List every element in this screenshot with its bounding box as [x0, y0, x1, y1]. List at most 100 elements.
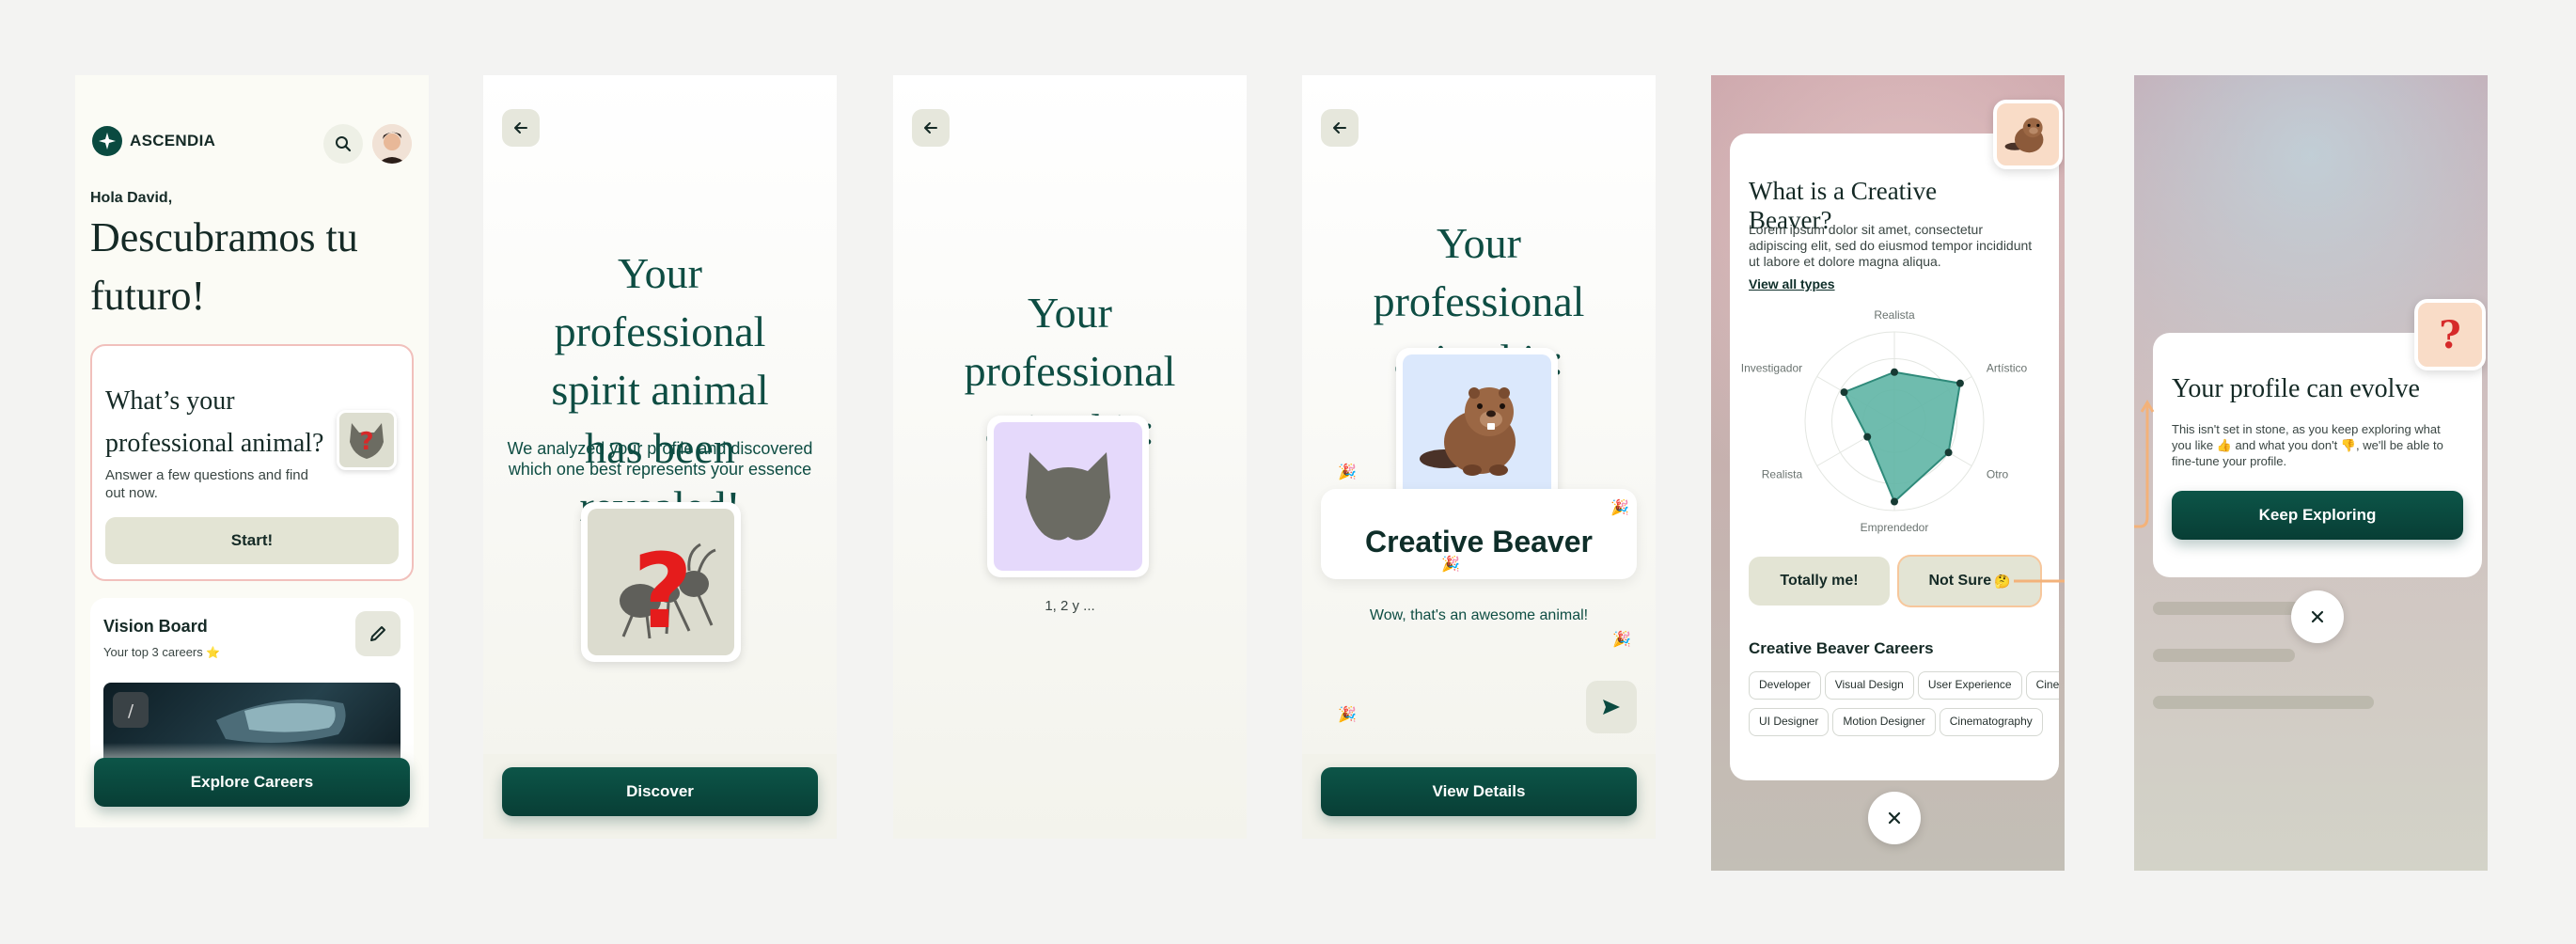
silhouette-image: [994, 422, 1142, 571]
question-mark-icon: ?: [2439, 312, 2461, 357]
svg-text:?: ?: [359, 428, 373, 456]
blurred-row: [2153, 696, 2375, 709]
animal-name: Creative Beaver: [1365, 525, 1593, 559]
edit-button[interactable]: [355, 611, 401, 656]
beaver-card: [1396, 348, 1558, 510]
result-caption: Wow, that's an awesome animal!: [1369, 607, 1589, 623]
beaver-badge: [1993, 100, 2063, 169]
beaver-icon: [1420, 387, 1516, 476]
screen-result: Your professional animal is: Creative Be…: [1302, 75, 1656, 839]
confetti-icon: 🎉: [1612, 632, 1631, 648]
animal-quiz-card[interactable]: What’s your professional animal? ? Answe…: [90, 344, 414, 581]
search-button[interactable]: [323, 124, 363, 164]
pencil-icon: [370, 626, 385, 641]
chips-row-2: UI Designer Motion Designer Cinematography: [1749, 708, 2059, 745]
career-chip[interactable]: UI Designer: [1749, 708, 1830, 736]
headline: Descubramos tu futuro!: [90, 214, 358, 319]
mystery-animal-image: ?: [588, 509, 734, 655]
animal-silhouette-icon: [1026, 452, 1110, 541]
careers-chips: Developer Visual Design User Experience Cin…: [1749, 671, 2059, 745]
career-chip[interactable]: User Experience: [1917, 671, 2022, 700]
arrow-left-icon: [924, 122, 937, 134]
discover-button[interactable]: Discover: [502, 767, 818, 816]
close-button[interactable]: [1868, 792, 1921, 844]
body-text: This isn't set in stone, as you keep exp…: [2172, 422, 2443, 468]
svg-text:/: /: [128, 701, 134, 721]
vision-subtitle-text: Your top 3 careers: [103, 645, 203, 659]
screen-profile-evolve: Your profile can evolve This isn't set i…: [2134, 75, 2488, 871]
start-button[interactable]: Start!: [105, 517, 399, 564]
svg-text:?: ?: [633, 531, 693, 648]
avatar[interactable]: [372, 124, 412, 164]
screen-home: ASCENDIA Hola David, Descubramos tu futu…: [75, 75, 429, 827]
totally-me-button[interactable]: Totally me!: [1749, 557, 1890, 606]
send-icon: [1603, 700, 1620, 715]
radar-axis-label: Realista: [1762, 468, 1803, 481]
logo-icon: [92, 126, 122, 156]
question-badge: ?: [2414, 299, 2486, 370]
confetti-icon: 🎉: [1441, 557, 1460, 573]
brand-logo[interactable]: ASCENDIA: [92, 126, 215, 156]
keep-exploring-button[interactable]: Keep Exploring: [2172, 491, 2463, 540]
mystery-animal-icon: ?: [350, 423, 384, 459]
greeting: Hola David,: [90, 190, 173, 206]
view-all-types-link[interactable]: View all types: [1749, 276, 1835, 291]
header: ASCENDIA: [92, 124, 412, 165]
star-icon: ⭐: [206, 646, 221, 659]
connector-arrow: [2134, 400, 2155, 528]
career-chip[interactable]: Cine: [2025, 671, 2059, 700]
mystery-animal-card: ?: [581, 502, 741, 662]
vision-subtitle: Your top 3 careers ⭐: [103, 645, 220, 659]
confetti-icon: 🎉: [1338, 464, 1357, 480]
radar-point: [1863, 433, 1872, 441]
send-button[interactable]: [1586, 681, 1637, 733]
radar-point: [1944, 448, 1953, 457]
mystery-ant-icon: ?: [620, 531, 716, 648]
close-icon: [2311, 610, 2324, 623]
card-subtitle: Answer a few questions and find out now.: [105, 467, 308, 501]
connector-arrow: [2014, 579, 2065, 583]
radar-axis-label: Investigador: [1741, 362, 1802, 375]
radar-axis-label: Realista: [1874, 308, 1915, 322]
career-chip[interactable]: Developer: [1749, 671, 1821, 700]
screen-animal-details: What is a Creative Beaver? Lorem ipsum d…: [1711, 75, 2065, 871]
confetti-icon: 🎉: [1338, 707, 1357, 723]
radar-axis-label: Artístico: [1987, 362, 2028, 375]
radar-point: [1956, 379, 1964, 387]
radar-point: [1891, 368, 1898, 376]
avatar-icon: [372, 124, 412, 164]
close-icon: [1888, 811, 1901, 825]
radar-point: [1891, 497, 1898, 506]
counter-text: 1, 2 y ...: [1045, 598, 1095, 614]
career-chip[interactable]: Cinematography: [1939, 708, 2043, 736]
chips-row-1: Developer Visual Design User Experience Cin…: [1749, 671, 2059, 708]
brand-name: ASCENDIA: [130, 132, 216, 149]
radar-area: [1843, 370, 1962, 504]
card-title: What’s your professional animal?: [105, 386, 324, 458]
career-chip[interactable]: Visual Design: [1824, 671, 1914, 700]
radar-axis-label: Emprendedor: [1861, 521, 1929, 534]
not-sure-label: Not Sure: [1928, 573, 1992, 589]
back-button[interactable]: [502, 109, 540, 147]
screen-revealed: Your professional spirit animal has been…: [483, 75, 837, 839]
vision-title: Vision Board: [103, 617, 208, 636]
beaver-icon: [2004, 118, 2044, 153]
silhouette-card: [987, 416, 1149, 577]
mystery-animal-thumb: ?: [337, 410, 397, 470]
view-details-button[interactable]: View Details: [1321, 767, 1637, 816]
arrow-left-icon: [1333, 122, 1346, 134]
arrow-left-icon: [514, 122, 527, 134]
search-icon: [336, 136, 352, 152]
beaver-image: [1403, 354, 1551, 503]
blurred-row: [2153, 649, 2296, 662]
reveal-subtitle: We analyzed your profile and discovered …: [507, 439, 813, 479]
explore-careers-button[interactable]: Explore Careers: [94, 758, 410, 807]
back-button[interactable]: [1321, 109, 1359, 147]
back-button[interactable]: [912, 109, 950, 147]
confetti-icon: 🎉: [1610, 500, 1629, 516]
careers-title: Creative Beaver Careers: [1749, 639, 1934, 657]
description: Lorem ipsum dolor sit amet, consectetur …: [1749, 222, 2033, 269]
close-button[interactable]: [2291, 590, 2344, 643]
title: Your profile can evolve: [2172, 374, 2420, 403]
career-chip[interactable]: Motion Designer: [1832, 708, 1936, 736]
